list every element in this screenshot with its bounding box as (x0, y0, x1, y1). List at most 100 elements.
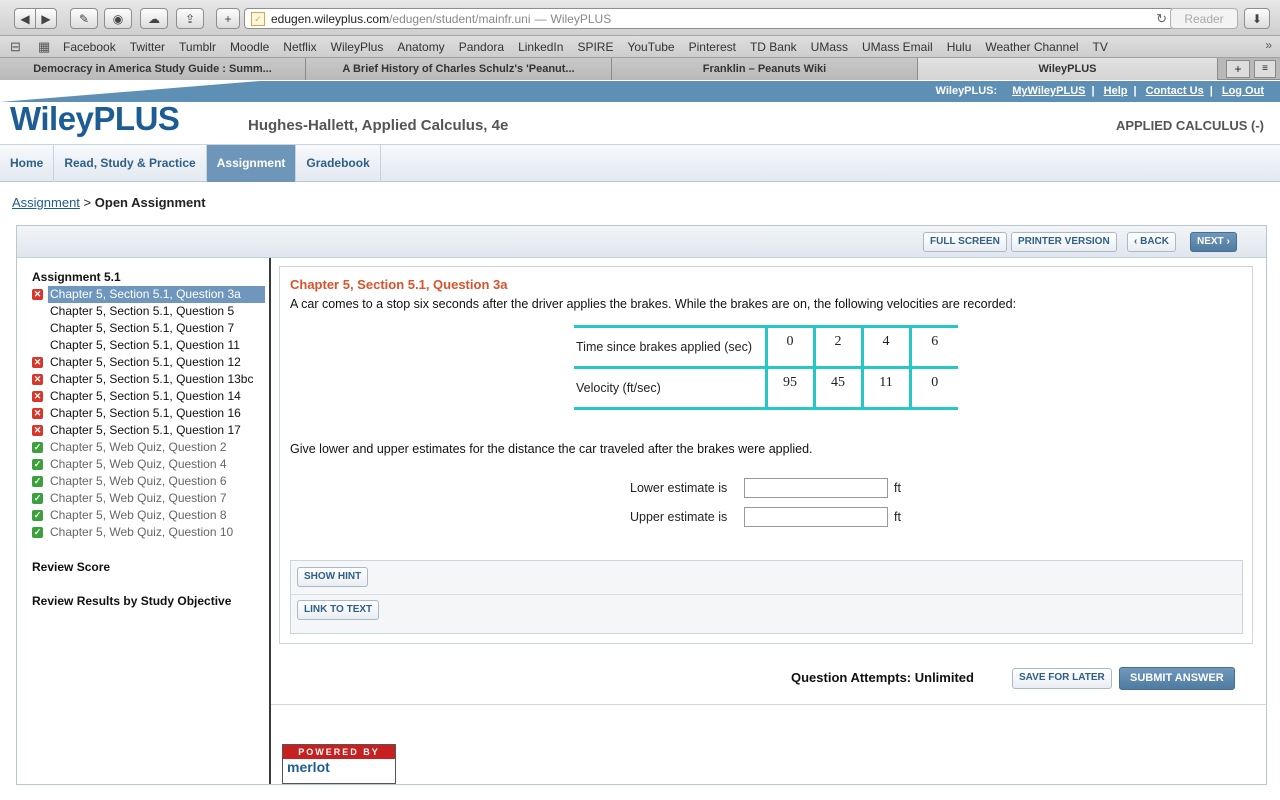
tab-read-study-practice[interactable]: Read, Study & Practice (54, 145, 207, 182)
question-item[interactable]: ✕ Chapter 5, Section 5.1, Question 14 (32, 388, 267, 405)
powered-by-merlot-logo[interactable]: POWERED BY merlot (282, 744, 396, 784)
breadcrumb-separator: > (83, 195, 92, 210)
bookmark-item[interactable]: Pinterest (682, 40, 743, 54)
bookmarks-bar: ⊟ ▦ Facebook Twitter Tumblr Moodle Netfl… (0, 36, 1280, 58)
bookmark-item[interactable]: WileyPlus (324, 40, 391, 54)
tab-gradebook[interactable]: Gradebook (296, 145, 381, 182)
bookmark-item[interactable]: Twitter (123, 40, 172, 54)
bookmark-item[interactable]: UMass (804, 40, 855, 54)
share-icon[interactable]: ⇪ (176, 8, 204, 29)
question-item[interactable]: ✕ Chapter 5, Section 5.1, Question 13bc (32, 371, 267, 388)
address-bar[interactable]: ✓ edugen.wileyplus.com/edugen/student/ma… (244, 8, 1174, 29)
correct-icon: ✓ (32, 476, 43, 487)
bookmark-item[interactable]: UMass Email (855, 40, 940, 54)
add-tab-icon[interactable]: + (216, 8, 240, 29)
bookmark-item[interactable]: Moodle (223, 40, 276, 54)
table-row: Velocity (ft/sec) 95 45 11 0 (574, 366, 958, 410)
table-row: Time since brakes applied (sec) 0 2 4 6 (574, 325, 958, 368)
link-to-text-button[interactable]: LINK TO TEXT (297, 600, 380, 620)
next-button[interactable]: NEXT › (1190, 232, 1237, 252)
bookmark-item[interactable]: Anatomy (390, 40, 451, 54)
tab-home[interactable]: Home (0, 145, 55, 182)
bookmark-item[interactable]: LinkedIn (511, 40, 570, 54)
question-title: Chapter 5, Section 5.1, Question 3a (290, 277, 508, 292)
save-for-later-button[interactable]: SAVE FOR LATER (1012, 668, 1112, 689)
bookmark-item[interactable]: SPIRE (570, 40, 620, 54)
question-item[interactable]: Chapter 5, Section 5.1, Question 5 (32, 303, 267, 320)
help-link[interactable]: Help (1104, 85, 1128, 97)
lower-estimate-input[interactable] (744, 478, 888, 498)
question-item[interactable]: Chapter 5, Section 5.1, Question 7 (32, 320, 267, 337)
cloud-icon[interactable]: ☁ (140, 8, 168, 29)
bookmark-item[interactable]: Weather Channel (978, 40, 1085, 54)
course-title: APPLIED CALCULUS (-) (1115, 118, 1264, 133)
incorrect-icon: ✕ (32, 391, 43, 402)
grid-icon[interactable]: ▦ (38, 39, 56, 55)
downloads-icon[interactable]: ⬇ (1244, 8, 1270, 29)
question-item[interactable]: ✓ Chapter 5, Web Quiz, Question 4 (32, 456, 267, 473)
bookmark-item[interactable]: YouTube (620, 40, 681, 54)
book-icon[interactable]: ⊟ (10, 39, 28, 55)
bookmark-item[interactable]: TV (1086, 40, 1115, 54)
upper-estimate-input[interactable] (744, 507, 888, 527)
bookmark-item[interactable]: Pandora (452, 40, 511, 54)
question-item-selected[interactable]: ✕ Chapter 5, Section 5.1, Question 3a (32, 286, 267, 303)
chevron-right-icon[interactable]: » (1265, 38, 1272, 52)
book-title: Hughes-Hallett, Applied Calculus, 4e (248, 117, 509, 134)
show-hint-button[interactable]: SHOW HINT (297, 567, 369, 587)
bookmark-item[interactable]: Tumblr (172, 40, 223, 54)
question-label: Chapter 5, Section 5.1, Question 12 (50, 355, 241, 369)
question-list: ✕ Chapter 5, Section 5.1, Question 3a Cha… (32, 286, 267, 541)
url-separator: — (534, 11, 547, 26)
browser-tab[interactable]: Franklin – Peanuts Wiki (612, 58, 918, 80)
table-cell: 6 (908, 325, 958, 368)
question-item[interactable]: ✕ Chapter 5, Section 5.1, Question 12 (32, 354, 267, 371)
submit-answer-button[interactable]: SUBMIT ANSWER (1119, 667, 1235, 690)
question-item[interactable]: ✓ Chapter 5, Web Quiz, Question 2 (32, 439, 267, 456)
assignment-panel: FULL SCREEN PRINTER VERSION ‹ BACK NEXT … (16, 225, 1267, 785)
question-item[interactable]: ✓ Chapter 5, Web Quiz, Question 7 (32, 490, 267, 507)
browser-tab[interactable]: A Brief History of Charles Schulz's 'Pea… (306, 58, 612, 80)
bookmark-item[interactable]: TD Bank (743, 40, 804, 54)
table-cell: 0 (908, 366, 958, 410)
question-item[interactable]: Chapter 5, Section 5.1, Question 11 (32, 337, 267, 354)
url-host: edugen.wileyplus.com (271, 11, 390, 26)
breadcrumb-assignment-link[interactable]: Assignment (12, 195, 80, 210)
mywileyplus-link[interactable]: MyWileyPLUS (1012, 85, 1085, 97)
question-label: Chapter 5, Web Quiz, Question 8 (50, 508, 227, 522)
browser-tab[interactable]: Democracy in America Study Guide : Summ.… (0, 58, 306, 80)
printer-version-button[interactable]: PRINTER VERSION (1011, 232, 1117, 252)
back-button[interactable]: ‹ BACK (1127, 232, 1176, 252)
shield-icon[interactable]: ◉ (104, 8, 132, 29)
review-score-link[interactable]: Review Score (32, 560, 110, 574)
question-item[interactable]: ✕ Chapter 5, Section 5.1, Question 16 (32, 405, 267, 422)
upper-estimate-label: Upper estimate is (630, 510, 728, 524)
bookmark-item[interactable]: Hulu (940, 40, 979, 54)
question-item[interactable]: ✓ Chapter 5, Web Quiz, Question 8 (32, 507, 267, 524)
new-tab-icon[interactable]: + (1226, 60, 1250, 78)
browser-tab-active[interactable]: WileyPLUS (918, 58, 1218, 80)
full-screen-button[interactable]: FULL SCREEN (923, 232, 1007, 252)
question-item[interactable]: ✕ Chapter 5, Section 5.1, Question 17 (32, 422, 267, 439)
bookmark-item[interactable]: Facebook (56, 40, 123, 54)
row-label-time: Time since brakes applied (sec) (574, 325, 766, 368)
question-label: Chapter 5, Section 5.1, Question 11 (50, 338, 240, 352)
log-out-link[interactable]: Log Out (1222, 85, 1264, 97)
contact-us-link[interactable]: Contact Us (1146, 85, 1204, 97)
question-item[interactable]: ✓ Chapter 5, Web Quiz, Question 6 (32, 473, 267, 490)
question-item[interactable]: ✓ Chapter 5, Web Quiz, Question 10 (32, 524, 267, 541)
tab-assignment[interactable]: Assignment (206, 145, 297, 182)
table-cell: 95 (764, 366, 814, 410)
correct-icon: ✓ (32, 527, 43, 538)
reload-icon[interactable]: ↻ (1156, 11, 1167, 27)
forward-nav-button[interactable]: ▶ (35, 8, 57, 29)
wrench-icon[interactable]: ✎ (70, 8, 98, 29)
bookmark-item[interactable]: Netflix (276, 40, 323, 54)
back-nav-button[interactable]: ◀ (14, 8, 36, 29)
correct-icon: ✓ (32, 510, 43, 521)
tab-list-icon[interactable]: ≡ (1254, 60, 1276, 78)
review-results-link[interactable]: Review Results by Study Objective (32, 594, 231, 608)
panel-toolbar: FULL SCREEN PRINTER VERSION ‹ BACK NEXT … (17, 226, 1266, 258)
reader-button[interactable]: Reader (1170, 8, 1238, 29)
question-label: Chapter 5, Web Quiz, Question 7 (50, 491, 227, 505)
